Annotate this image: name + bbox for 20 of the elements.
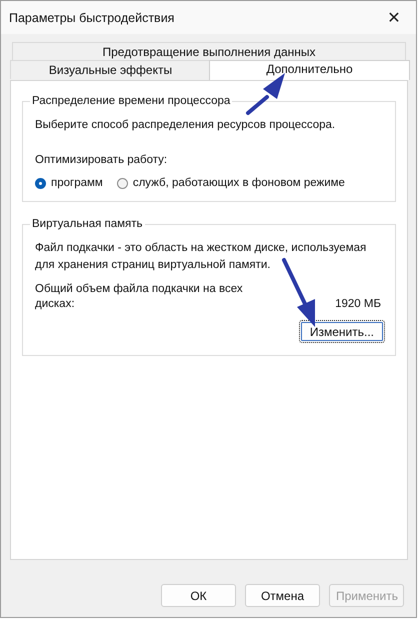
tab[interactable]: Визуальные эффекты [10, 60, 211, 79]
total-label: Общий объем файла подкачки на всех дисках: [35, 282, 244, 312]
radio-option[interactable]: служб, работающих в фоновом режиме [116, 177, 345, 189]
tab[interactable]: Дополнительно [209, 60, 410, 80]
description-text: Файл подкачки - это область на жестком диске, используемая для хранения страниц виртуальной памяти. [35, 241, 368, 273]
group-title: Виртуальная память [31, 218, 144, 230]
tab[interactable]: Предотвращение выполнения данных [12, 42, 406, 60]
optimize-label: Оптимизировать работу: [35, 153, 168, 168]
change-button[interactable]: Изменить... [298, 320, 385, 343]
dialog-button[interactable]: ОК [161, 584, 236, 607]
description-text: Выберите способ распределения ресурсов процессора. [35, 118, 336, 133]
close-button[interactable]: ✕ [372, 1, 416, 34]
radio-icon[interactable] [35, 178, 46, 188]
radio-icon[interactable] [116, 178, 128, 188]
radio-option[interactable]: программ [35, 177, 103, 189]
dialog-button[interactable]: Отмена [245, 584, 320, 607]
window-title: Параметры быстродействия [9, 10, 174, 24]
group-title: Распределение времени процессора [31, 95, 232, 107]
annotation-arrow [282, 258, 315, 327]
total-value: 1920 МБ [335, 297, 382, 312]
